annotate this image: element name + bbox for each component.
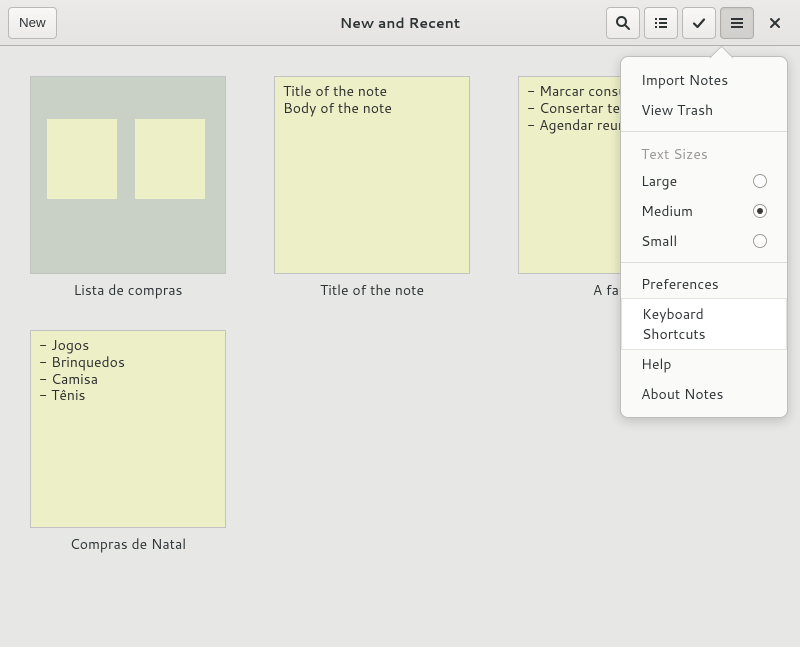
menu-preferences[interactable]: Preferences: [621, 269, 787, 299]
menu-item-label: Small: [641, 231, 753, 251]
menu-item-label: Large: [641, 171, 753, 191]
menu-item-label: Preferences: [641, 274, 767, 294]
menu-section-header: Text Sizes: [621, 138, 787, 166]
radio-icon: [753, 174, 767, 188]
search-button[interactable]: [606, 7, 640, 39]
new-button[interactable]: New: [8, 7, 57, 39]
note-card-notebook: Lista de compras: [30, 76, 226, 300]
select-mode-button[interactable]: [682, 7, 716, 39]
menu-separator: [621, 131, 787, 132]
menu-item-label: Import Notes: [641, 70, 767, 90]
menu-size-medium[interactable]: Medium: [621, 196, 787, 226]
close-button[interactable]: [758, 7, 792, 39]
menu-item-label: About Notes: [641, 384, 767, 404]
note-title: Lista de compras: [74, 280, 183, 300]
main-menu-popover: Import Notes View Trash Text Sizes Large…: [620, 56, 788, 418]
hamburger-icon: [729, 15, 745, 31]
notebook-child-icon: [135, 119, 205, 199]
menu-size-large[interactable]: Large: [621, 166, 787, 196]
menu-keyboard-shortcuts[interactable]: Keyboard Shortcuts: [622, 299, 786, 349]
close-icon: [767, 15, 783, 31]
new-button-label: New: [19, 15, 46, 30]
header-bar: New New and Recent: [0, 0, 800, 46]
menu-help[interactable]: Help: [621, 349, 787, 379]
list-view-button[interactable]: [644, 7, 678, 39]
page-title: New and Recent: [0, 13, 800, 33]
menu-size-small[interactable]: Small: [621, 226, 787, 256]
note-preview[interactable]: Title of the note Body of the note: [274, 76, 470, 274]
list-icon: [653, 15, 669, 31]
menu-item-label: Medium: [641, 201, 753, 221]
menu-separator: [621, 262, 787, 263]
note-card: - Jogos - Brinquedos - Camisa - Tênis Co…: [30, 330, 226, 554]
menu-view-trash[interactable]: View Trash: [621, 95, 787, 125]
menu-about[interactable]: About Notes: [621, 379, 787, 409]
menu-item-label: View Trash: [641, 100, 767, 120]
note-title: Title of the note: [320, 280, 424, 300]
note-preview[interactable]: - Jogos - Brinquedos - Camisa - Tênis: [30, 330, 226, 528]
search-icon: [615, 15, 631, 31]
note-title: Compras de Natal: [70, 534, 186, 554]
menu-button[interactable]: [720, 7, 754, 39]
notebook-child-icon: [47, 119, 117, 199]
menu-item-label: Keyboard Shortcuts: [642, 304, 766, 344]
radio-icon: [753, 204, 767, 218]
note-preview[interactable]: [30, 76, 226, 274]
radio-icon: [753, 234, 767, 248]
menu-item-label: Help: [641, 354, 767, 374]
menu-import-notes[interactable]: Import Notes: [621, 65, 787, 95]
note-card: Title of the note Body of the note Title…: [274, 76, 470, 300]
check-icon: [691, 15, 707, 31]
